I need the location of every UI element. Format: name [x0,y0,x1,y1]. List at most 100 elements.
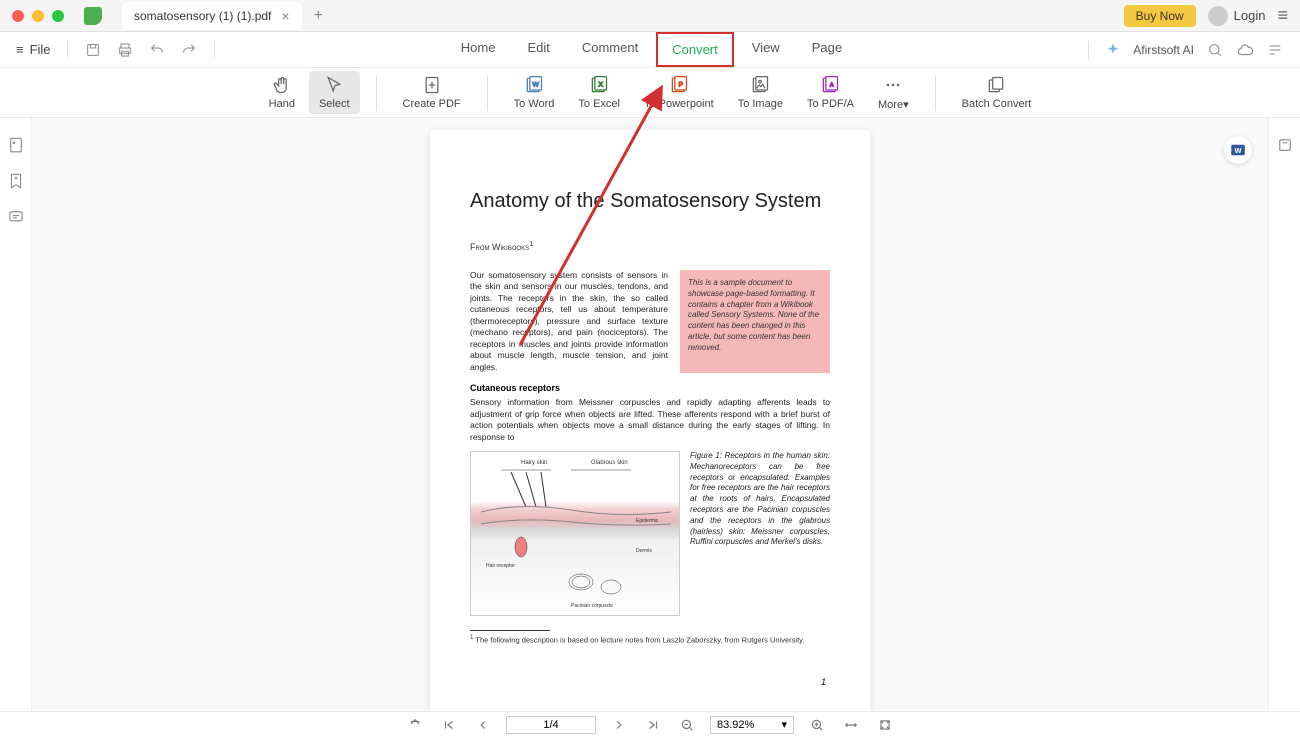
more-button[interactable]: More▾ [868,71,919,115]
avatar-icon [1208,6,1228,26]
figure-caption: Figure 1: Receptors in the human skin: M… [690,451,830,616]
svg-text:Epidermis: Epidermis [636,518,659,524]
tab-view[interactable]: View [738,32,794,67]
hand-icon [272,75,292,95]
powerpoint-icon: P [669,75,689,95]
image-icon [750,75,770,95]
properties-button[interactable] [1276,136,1294,154]
menubar: ≡ File Home Edit Comment Convert View Pa… [0,32,1300,68]
save-button[interactable] [84,41,102,59]
login-label: Login [1234,8,1266,23]
page-input[interactable] [506,716,596,734]
svg-text:A: A [830,83,834,89]
svg-text:W: W [533,82,540,89]
to-word-label: To Word [514,98,555,110]
batch-icon [986,75,1006,95]
to-word-button[interactable]: W To Word [504,71,565,115]
create-pdf-icon [422,75,442,95]
left-sidebar [0,118,32,711]
batch-label: Batch Convert [962,98,1032,110]
comments-button[interactable] [7,208,25,226]
svg-text:Glabrous skin: Glabrous skin [591,460,628,466]
to-image-button[interactable]: To Image [728,71,793,115]
quick-word-convert-button[interactable]: W [1224,136,1252,164]
to-image-label: To Image [738,98,783,110]
zoom-in-button[interactable] [806,718,828,732]
app-menu-button[interactable]: ≡ [1277,5,1288,26]
collapse-ribbon-button[interactable] [1266,41,1284,59]
to-powerpoint-button[interactable]: P To Powerpoint [634,71,724,115]
word-icon: W [524,75,544,95]
hand-tool-button[interactable]: Hand [259,71,305,114]
first-page-button[interactable] [438,718,460,732]
more-label: More▾ [878,98,909,111]
search-button[interactable] [1206,41,1224,59]
prev-page-button[interactable] [472,718,494,732]
window-controls [12,10,64,22]
to-excel-button[interactable]: X To Excel [568,71,630,115]
tab-page[interactable]: Page [798,32,856,67]
ai-section: Afirstsoft AI [1088,41,1224,59]
pdfa-icon: A [820,75,840,95]
to-pdfa-button[interactable]: A To PDF/A [797,71,864,115]
to-powerpoint-label: To Powerpoint [644,98,714,110]
select-label: Select [319,98,350,110]
cloud-button[interactable] [1236,41,1254,59]
tab-title: somatosensory (1) (1).pdf [134,9,271,23]
maximize-window-button[interactable] [52,10,64,22]
file-menu-button[interactable]: ≡ File [16,42,68,57]
tab-close-button[interactable]: × [281,8,289,24]
chevron-down-icon: ▾ [781,718,787,731]
undo-button[interactable] [148,41,166,59]
ai-label[interactable]: Afirstsoft AI [1133,43,1194,57]
scroll-top-button[interactable] [404,718,426,732]
to-excel-label: To Excel [578,98,620,110]
create-pdf-button[interactable]: Create PDF [393,71,471,114]
sparkle-icon [1105,42,1121,58]
tab-convert[interactable]: Convert [656,32,734,67]
select-tool-button[interactable]: Select [309,71,360,114]
zoom-select[interactable]: 83.92%▾ [710,716,794,734]
fit-page-button[interactable] [874,718,896,732]
create-pdf-label: Create PDF [403,98,461,110]
svg-text:X: X [599,82,604,89]
document-tab[interactable]: somatosensory (1) (1).pdf × [122,2,302,30]
paragraph-2: Sensory information from Meissner corpus… [470,397,830,443]
quick-toolbar [68,41,215,59]
excel-icon: X [589,75,609,95]
batch-convert-button[interactable]: Batch Convert [952,71,1042,114]
buy-now-button[interactable]: Buy Now [1124,5,1196,27]
ribbon: Hand Select Create PDF W To Word X To Ex… [0,68,1300,118]
login-button[interactable]: Login [1208,6,1266,26]
svg-text:Hair receptor: Hair receptor [486,563,515,569]
document-viewport[interactable]: Anatomy of the Somatosensory System From… [32,118,1268,711]
svg-text:W: W [1234,146,1242,155]
statusbar: 83.92%▾ [0,711,1300,737]
right-sidebar [1268,118,1300,711]
tab-edit[interactable]: Edit [513,32,563,67]
fit-width-button[interactable] [840,718,862,732]
svg-text:P: P [678,82,683,89]
document-source: From Wikibooks1 [470,239,830,252]
file-label: File [30,42,51,57]
footnote: 1 The following description is based on … [470,634,830,645]
close-window-button[interactable] [12,10,24,22]
more-icon [883,75,903,95]
hamburger-icon: ≡ [16,42,24,57]
bookmarks-button[interactable] [7,172,25,190]
main-tabs: Home Edit Comment Convert View Page [447,32,856,67]
print-button[interactable] [116,41,134,59]
zoom-out-button[interactable] [676,718,698,732]
svg-text:Dermis: Dermis [636,548,652,554]
tab-home[interactable]: Home [447,32,510,67]
last-page-button[interactable] [642,718,664,732]
next-page-button[interactable] [608,718,630,732]
svg-text:Hairy skin: Hairy skin [521,460,547,466]
minimize-window-button[interactable] [32,10,44,22]
thumbnails-button[interactable] [7,136,25,154]
redo-button[interactable] [180,41,198,59]
app-logo [84,7,102,25]
new-tab-button[interactable]: + [314,7,323,25]
tab-comment[interactable]: Comment [568,32,652,67]
subheading: Cutaneous receptors [470,383,830,393]
